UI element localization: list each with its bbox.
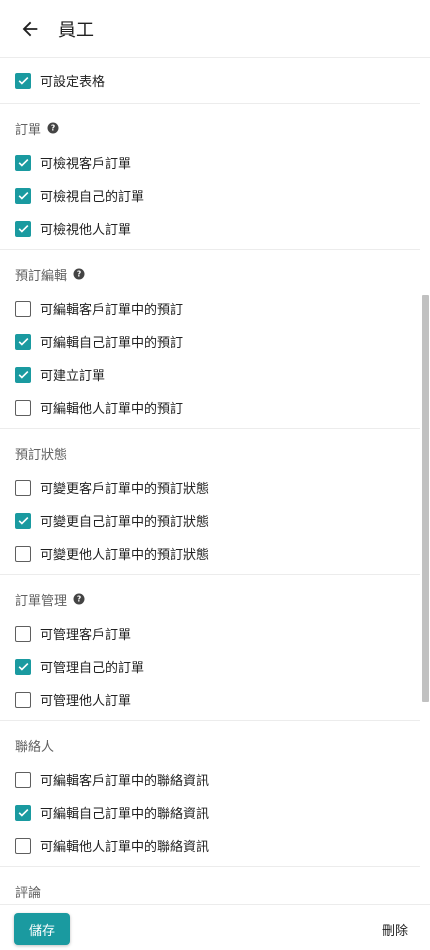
checkbox-checked[interactable]	[15, 154, 31, 171]
permission-checkbox-row[interactable]: 可編輯自己訂單中的預訂	[0, 325, 420, 358]
permission-label: 可編輯客戶訂單中的聯絡資訊	[40, 774, 210, 789]
footer-bar: 儲存 刪除	[0, 904, 430, 950]
permission-label: 可設定表格	[40, 75, 106, 90]
app-header: 員工	[0, 0, 430, 58]
help-icon[interactable]: ?	[73, 268, 85, 280]
permission-checkbox-row[interactable]: 可變更客戶訂單中的預訂狀態	[0, 471, 420, 504]
permission-checkbox-row[interactable]: 可檢視客戶訂單	[0, 146, 420, 179]
checkbox-unchecked[interactable]	[15, 479, 31, 496]
permission-label: 可變更客戶訂單中的預訂狀態	[40, 482, 210, 497]
checkbox-unchecked[interactable]	[15, 300, 31, 317]
permission-section: 預訂編輯? 可編輯客戶訂單中的預訂 可編輯自己訂單中的預訂 可建立訂單可編輯他人訂單中…	[0, 250, 420, 429]
permission-section: 訂單管理? 可管理客戶訂單 可管理自己的訂單 可管理他人訂單	[0, 575, 420, 721]
checkbox-unchecked[interactable]	[15, 545, 31, 562]
section-title-text: 預訂狀態	[15, 447, 68, 463]
permission-label: 可編輯客戶訂單中的預訂	[40, 303, 184, 318]
svg-text:?: ?	[77, 270, 81, 279]
permission-label: 可變更自己訂單中的預訂狀態	[40, 515, 210, 530]
checkbox-unchecked[interactable]	[15, 691, 31, 708]
checkbox-checked[interactable]	[15, 804, 31, 821]
section-title-text: 預訂編輯	[15, 268, 68, 284]
checkbox-unchecked[interactable]	[15, 625, 31, 642]
scrollbar[interactable]	[420, 58, 430, 904]
section-title: 評論	[0, 881, 420, 901]
check-icon	[18, 516, 28, 525]
permission-checkbox-row[interactable]: 可編輯他人訂單中的預訂	[0, 391, 420, 424]
scrollbar-thumb[interactable]	[422, 295, 429, 702]
permission-checkbox-row[interactable]: 可管理客戶訂單	[0, 617, 420, 650]
permission-label: 可變更他人訂單中的預訂狀態	[40, 548, 210, 563]
permission-checkbox-row[interactable]: 可變更自己訂單中的預訂狀態	[0, 504, 420, 537]
permission-label: 可編輯他人訂單中的預訂	[40, 402, 184, 417]
permission-checkbox-row[interactable]: 可檢視自己的訂單	[0, 179, 420, 212]
check-icon	[18, 370, 28, 379]
permission-checkbox-row[interactable]: 可設定表格	[0, 64, 420, 97]
section-title-text: 評論	[15, 885, 42, 901]
permission-label: 可檢視自己的訂單	[40, 190, 145, 205]
checkbox-unchecked[interactable]	[15, 399, 31, 416]
permission-label: 可管理客戶訂單	[40, 628, 132, 643]
permission-section: 聯絡人可編輯客戶訂單中的聯絡資訊 可編輯自己訂單中的聯絡資訊 可編輯他人訂單中的聯絡…	[0, 721, 420, 867]
check-icon	[18, 76, 28, 85]
permission-checkbox-row[interactable]: 可變更他人訂單中的預訂狀態	[0, 537, 420, 570]
permission-label: 可檢視客戶訂單	[40, 157, 132, 172]
checkbox-checked[interactable]	[15, 366, 31, 383]
check-icon	[18, 337, 28, 346]
checkbox-checked[interactable]	[15, 187, 31, 204]
permission-label: 可建立訂單	[40, 369, 106, 384]
permission-section: 可設定表格	[0, 58, 420, 104]
checkbox-unchecked[interactable]	[15, 771, 31, 788]
checkbox-checked[interactable]	[15, 72, 31, 89]
help-icon[interactable]: ?	[47, 122, 59, 134]
svg-text:?: ?	[77, 595, 81, 604]
delete-button[interactable]: 刪除	[382, 920, 408, 939]
permission-checkbox-row[interactable]: 可編輯他人訂單中的聯絡資訊	[0, 829, 420, 862]
check-icon	[18, 191, 28, 200]
permission-checkbox-row[interactable]: 可編輯客戶訂單中的聯絡資訊	[0, 763, 420, 796]
permission-section: 訂單? 可檢視客戶訂單 可檢視自己的訂單 可檢視他人訂單	[0, 104, 420, 250]
section-title-text: 聯絡人	[15, 739, 55, 755]
checkbox-unchecked[interactable]	[15, 837, 31, 854]
check-icon	[18, 224, 28, 233]
permission-checkbox-row[interactable]: 可檢視他人訂單	[0, 212, 420, 245]
check-icon	[18, 662, 28, 671]
section-title: 聯絡人	[0, 735, 420, 755]
permission-label: 可檢視他人訂單	[40, 223, 132, 238]
checkbox-checked[interactable]	[15, 512, 31, 529]
permission-label: 可管理自己的訂單	[40, 661, 145, 676]
permission-checkbox-row[interactable]: 可管理他人訂單	[0, 683, 420, 716]
permission-checkbox-row[interactable]: 可建立訂單	[0, 358, 420, 391]
permission-checkbox-row[interactable]: 可管理自己的訂單	[0, 650, 420, 683]
checkbox-checked[interactable]	[15, 333, 31, 350]
section-title: 預訂狀態	[0, 443, 420, 463]
permission-checkbox-row[interactable]: 可編輯自己訂單中的聯絡資訊	[0, 796, 420, 829]
page-title: 員工	[58, 19, 94, 41]
checkbox-checked[interactable]	[15, 658, 31, 675]
permissions-list: 可設定表格訂單? 可檢視客戶訂單 可檢視自己的訂單 可檢視他人訂單預訂編輯? 可編輯客戶…	[0, 58, 420, 904]
svg-text:?: ?	[51, 124, 55, 133]
permission-checkbox-row[interactable]: 可編輯客戶訂單中的預訂	[0, 292, 420, 325]
help-icon[interactable]: ?	[73, 593, 85, 605]
permission-label: 可編輯他人訂單中的聯絡資訊	[40, 840, 210, 855]
arrow-left-icon	[22, 21, 38, 36]
section-title: 預訂編輯?	[0, 264, 420, 284]
permission-section: 預訂狀態可變更客戶訂單中的預訂狀態 可變更自己訂單中的預訂狀態 可變更他人訂單中的預…	[0, 429, 420, 575]
check-icon	[18, 808, 28, 817]
permission-section: 評論	[0, 867, 420, 901]
check-icon	[18, 158, 28, 167]
section-title: 訂單?	[0, 118, 420, 138]
section-title-text: 訂單管理	[15, 593, 68, 609]
permission-label: 可編輯自己訂單中的聯絡資訊	[40, 807, 210, 822]
checkbox-checked[interactable]	[15, 220, 31, 237]
permission-label: 可編輯自己訂單中的預訂	[40, 336, 184, 351]
back-button[interactable]	[14, 13, 46, 45]
save-button[interactable]: 儲存	[14, 913, 70, 945]
section-title: 訂單管理?	[0, 589, 420, 609]
permission-label: 可管理他人訂單	[40, 694, 132, 709]
section-title-text: 訂單	[15, 122, 42, 138]
